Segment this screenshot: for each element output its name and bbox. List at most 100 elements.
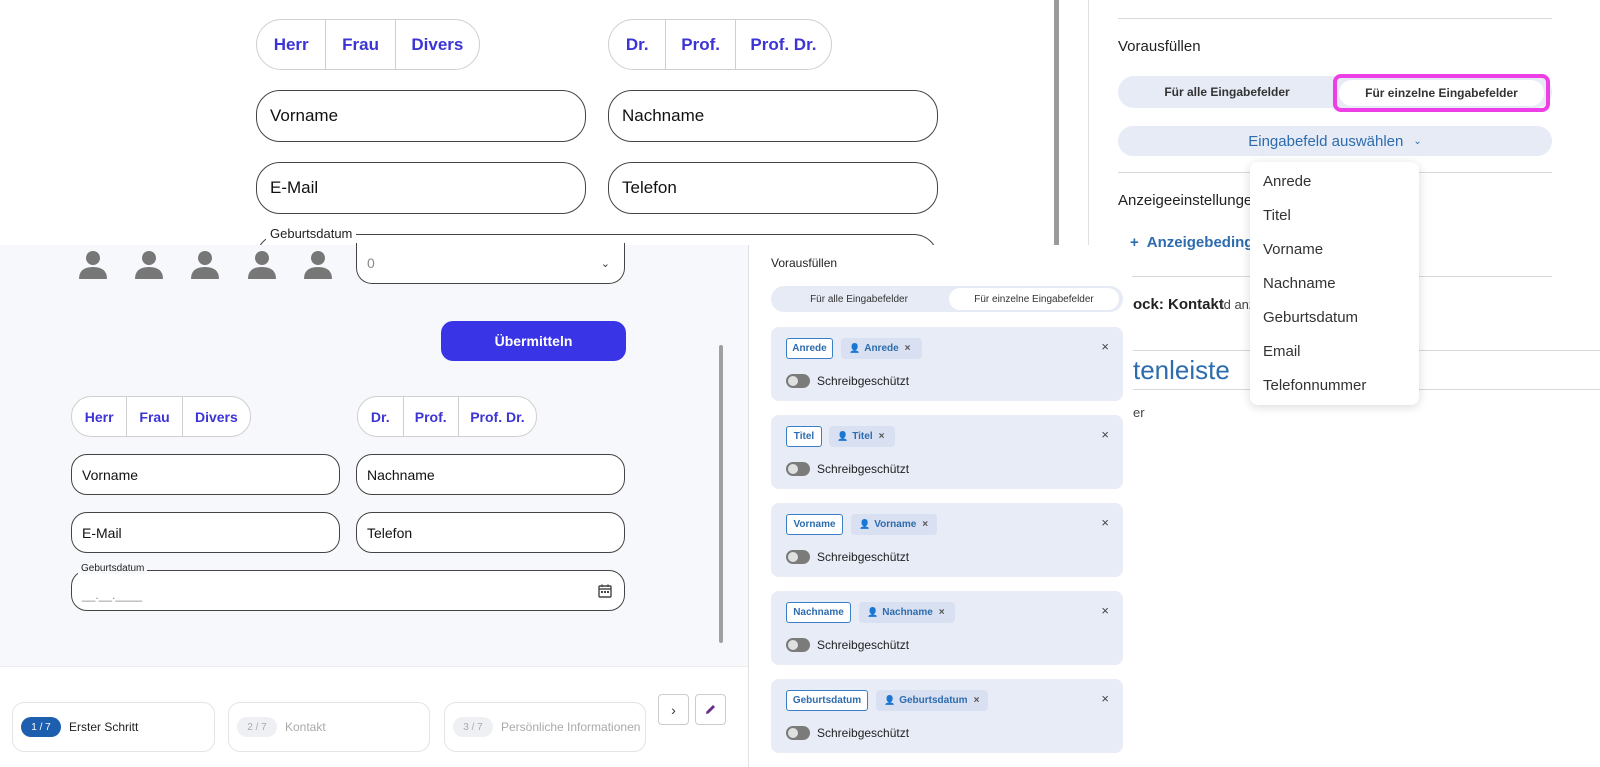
step-2-label: Kontakt	[285, 720, 326, 734]
prefill-card-titel: Titel 👤 Titel × × Schreibgeschützt	[771, 415, 1123, 489]
prefill-card-nachname: Nachname 👤 Nachname × × Schreibgeschützt	[771, 591, 1123, 665]
dropdown-option-vorname[interactable]: Vorname	[1250, 232, 1419, 266]
readonly-toggle[interactable]	[786, 550, 810, 564]
dropdown-option-geburtsdatum[interactable]: Geburtsdatum	[1250, 300, 1419, 334]
bottom-last-name-input[interactable]: Nachname	[356, 454, 625, 495]
top-first-name-input[interactable]: Vorname	[256, 90, 586, 142]
bottom-title-prof[interactable]: Prof.	[404, 397, 459, 436]
step-1[interactable]: 1 / 7 Erster Schritt	[12, 702, 215, 752]
close-icon[interactable]: ×	[922, 519, 928, 530]
top-title-profdr[interactable]: Prof. Dr.	[736, 20, 831, 69]
bottom-title-profdr[interactable]: Prof. Dr.	[459, 397, 536, 436]
prefill-tab-all[interactable]: Für alle Eingabefelder	[771, 286, 947, 312]
prefill-source-tag[interactable]: 👤 Anrede ×	[841, 338, 922, 359]
bottom-phone-input[interactable]: Telefon	[356, 512, 625, 553]
prefill-tab-single[interactable]: Für einzelne Eingabefelder	[949, 288, 1119, 310]
prefill-card-remove-icon[interactable]: ×	[1101, 603, 1109, 618]
readonly-toggle[interactable]	[786, 638, 810, 652]
user-check-icon: 👤	[849, 343, 861, 353]
top-email-placeholder: E-Mail	[270, 178, 319, 197]
top-first-name-placeholder: Vorname	[270, 106, 339, 125]
prefill-source-tag[interactable]: 👤 Titel ×	[829, 426, 895, 447]
chevron-down-icon: ⌄	[600, 257, 610, 270]
submit-button[interactable]: Übermitteln	[441, 321, 626, 361]
prefill-heading: Vorausfüllen	[771, 256, 838, 270]
top-title-prof[interactable]: Prof.	[666, 20, 736, 69]
right-display-condition[interactable]: + Anzeigebeding	[1130, 234, 1253, 251]
dropdown-option-telefonnummer[interactable]: Telefonnummer	[1250, 368, 1419, 402]
bottom-salutation-herr[interactable]: Herr	[72, 397, 128, 436]
top-birthdate-label: Geburtsdatum	[266, 226, 357, 241]
bottom-last-name-placeholder: Nachname	[367, 466, 435, 483]
right-display-condition-label: Anzeigebeding	[1146, 234, 1254, 251]
right-top-divider	[1118, 18, 1552, 19]
bottom-salutation-frau[interactable]: Frau	[127, 397, 183, 436]
user-check-icon: 👤	[837, 431, 849, 441]
step-3[interactable]: 3 / 7 Persönliche Informationen	[444, 702, 646, 752]
right-tab-single[interactable]: Für einzelne Eingabefelder	[1339, 80, 1544, 106]
bottom-email-input[interactable]: E-Mail	[71, 512, 340, 553]
prefill-source-tag[interactable]: 👤 Vorname ×	[851, 514, 937, 535]
readonly-label: Schreibgeschützt	[817, 374, 910, 388]
pencil-icon	[706, 705, 715, 714]
right-display-settings: Anzeigeeinstellunge	[1118, 192, 1253, 209]
top-title-group: Dr. Prof. Prof. Dr.	[608, 19, 832, 70]
prefill-card-remove-icon[interactable]: ×	[1101, 691, 1109, 706]
bottom-salutation-divers[interactable]: Divers	[183, 397, 250, 436]
next-step-button[interactable]: ›	[658, 694, 689, 725]
prefill-card-remove-icon[interactable]: ×	[1101, 339, 1109, 354]
person-icon	[191, 251, 219, 279]
person-icon	[304, 251, 332, 279]
dropdown-option-email[interactable]: Email	[1250, 334, 1419, 368]
prefill-source-label: Nachname	[882, 607, 933, 618]
top-salutation-divers[interactable]: Divers	[396, 20, 479, 69]
close-icon[interactable]: ×	[879, 431, 885, 442]
prefill-source-tag[interactable]: 👤 Nachname ×	[859, 602, 955, 623]
edit-button[interactable]	[695, 694, 726, 725]
dropdown-option-nachname[interactable]: Nachname	[1250, 266, 1419, 300]
prefill-card-remove-icon[interactable]: ×	[1101, 427, 1109, 442]
top-salutation-herr[interactable]: Herr	[257, 20, 327, 69]
prefill-source-label: Vorname	[874, 519, 917, 530]
top-salutation-frau[interactable]: Frau	[326, 20, 396, 69]
bottom-birthdate-label: Geburtsdatum	[78, 563, 148, 574]
bottom-salutation-group: Herr Frau Divers	[71, 396, 251, 437]
top-last-name-input[interactable]: Nachname	[608, 90, 938, 142]
prefill-source-tag[interactable]: 👤 Geburtsdatum ×	[876, 690, 988, 711]
readonly-toggle[interactable]	[786, 726, 810, 740]
readonly-toggle[interactable]	[786, 462, 810, 476]
bottom-count-select-value: 0	[367, 255, 375, 271]
chevron-down-icon: ⌄	[1413, 135, 1422, 147]
top-email-input[interactable]: E-Mail	[256, 162, 586, 214]
bottom-birthdate-input[interactable]: __.__.____	[71, 570, 625, 611]
top-phone-placeholder: Telefon	[622, 178, 677, 197]
close-icon[interactable]: ×	[939, 607, 945, 618]
dropdown-option-anrede[interactable]: Anrede	[1250, 164, 1419, 198]
user-check-icon: 👤	[867, 607, 879, 617]
prefill-field-chip: Nachname	[786, 602, 851, 623]
bottom-birthdate-placeholder: __.__.____	[82, 587, 143, 602]
top-phone-input[interactable]: Telefon	[608, 162, 938, 214]
step-3-label: Persönliche Informationen	[501, 720, 641, 734]
right-prefill-heading: Vorausfüllen	[1118, 38, 1201, 55]
bottom-scrollbar[interactable]	[719, 345, 723, 643]
calendar-icon[interactable]	[598, 584, 612, 598]
top-scrollbar[interactable]	[1054, 0, 1059, 250]
bottom-email-placeholder: E-Mail	[82, 524, 122, 541]
bottom-phone-placeholder: Telefon	[367, 524, 413, 541]
close-icon[interactable]: ×	[974, 695, 980, 706]
user-check-icon: 👤	[884, 695, 896, 705]
right-tab-all[interactable]: Für alle Eingabefelder	[1118, 76, 1336, 108]
right-field-select[interactable]: Eingabefeld auswählen ⌄	[1118, 126, 1552, 156]
prefill-card-remove-icon[interactable]: ×	[1101, 515, 1109, 530]
step-3-badge: 3 / 7	[453, 717, 493, 737]
step-2[interactable]: 2 / 7 Kontakt	[228, 702, 430, 752]
close-icon[interactable]: ×	[905, 343, 911, 354]
top-title-dr[interactable]: Dr.	[609, 20, 667, 69]
bottom-first-name-input[interactable]: Vorname	[71, 454, 340, 495]
dropdown-option-titel[interactable]: Titel	[1250, 198, 1419, 232]
bottom-count-select[interactable]: 0 ⌄	[356, 243, 625, 284]
top-salutation-group: Herr Frau Divers	[256, 19, 480, 70]
readonly-toggle[interactable]	[786, 374, 810, 388]
bottom-title-dr[interactable]: Dr.	[358, 397, 404, 436]
